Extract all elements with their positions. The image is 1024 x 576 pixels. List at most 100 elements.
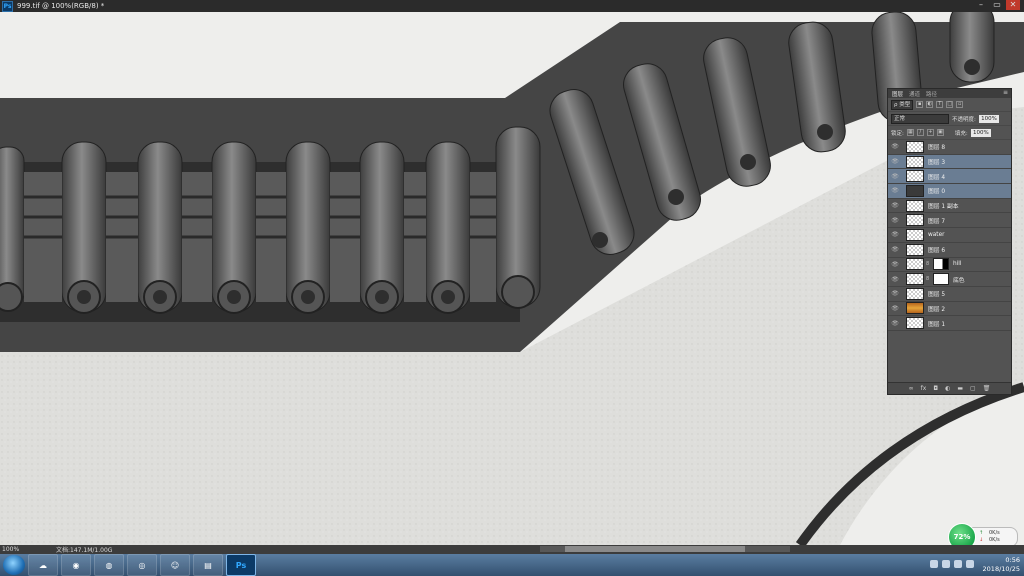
layer-thumbnail <box>906 184 924 197</box>
mask-link-icon[interactable]: 8 <box>926 276 930 282</box>
fx-icon[interactable]: fx <box>921 385 927 392</box>
layer-thumbnail <box>906 228 924 241</box>
opacity-input[interactable]: 100% <box>978 114 999 123</box>
visibility-eye-icon[interactable]: 👁 <box>888 276 902 283</box>
firefox-icon[interactable]: ◍ <box>94 554 124 576</box>
visibility-eye-icon[interactable]: 👁 <box>888 231 902 238</box>
mask-link-icon[interactable]: 8 <box>926 261 930 267</box>
chrome-icon[interactable]: ◉ <box>61 554 91 576</box>
visibility-eye-icon[interactable]: 👁 <box>888 143 902 150</box>
user-avatar-icon[interactable]: ☺ <box>160 554 190 576</box>
tab-channels[interactable]: 通道 <box>909 90 920 98</box>
new-layer-icon[interactable]: ▢ <box>970 385 976 392</box>
document-title: 999.tif @ 100%(RGB/8) * <box>17 2 105 10</box>
close-button[interactable]: ✕ <box>1006 0 1020 10</box>
layer-row[interactable]: 👁 图层 3 <box>888 154 1011 170</box>
adjustment-icon[interactable]: ◐ <box>945 385 950 392</box>
network-speed-widget[interactable]: ↑ 0K/s ↓ 0K/s 72% <box>948 523 1020 545</box>
document-info[interactable]: 文档:147.1M/1.00G <box>56 545 112 554</box>
lock-all-icon[interactable]: ▣ <box>936 129 944 136</box>
download-arrow-icon: ↓ <box>979 537 984 543</box>
explorer-icon[interactable]: ▤ <box>193 554 223 576</box>
layer-row[interactable]: 👁 图层 0 <box>888 184 1011 199</box>
layer-row[interactable]: 👁 图层 1 <box>888 316 1011 331</box>
link-icon[interactable]: ∞ <box>909 385 914 392</box>
layer-row[interactable]: 👁 图层 2 <box>888 302 1011 317</box>
volume-icon[interactable] <box>966 560 974 568</box>
memory-usage-ball[interactable]: 72% <box>948 523 976 545</box>
visibility-eye-icon[interactable]: 👁 <box>888 202 902 209</box>
tab-paths[interactable]: 路径 <box>926 90 937 98</box>
type-filter-icon[interactable]: T <box>936 101 944 108</box>
system-tray <box>930 560 974 568</box>
tab-layers[interactable]: 图层 <box>892 90 903 98</box>
layer-thumbnail <box>906 258 924 271</box>
shape-filter-icon[interactable]: □ <box>946 101 954 108</box>
layer-name: 图层 5 <box>928 292 946 299</box>
zoom-level[interactable]: 100% <box>2 546 30 553</box>
smart-filter-icon[interactable]: ▫ <box>956 101 964 108</box>
layer-thumbnail <box>906 302 924 315</box>
layer-row[interactable]: 👁 图层 6 <box>888 243 1011 258</box>
layer-thumbnail <box>906 170 924 183</box>
blend-row: 正常 不透明度: 100% <box>888 112 1011 126</box>
visibility-eye-icon[interactable]: 👁 <box>888 158 902 165</box>
panel-menu-icon[interactable]: ≡ <box>1003 89 1008 96</box>
layer-row[interactable]: 👁 water <box>888 228 1011 243</box>
document-canvas[interactable]: 图层 通道 路径 ≡ ρ 类型 ▪ ◐ T □ ▫ 正常 不透明度: 100% … <box>0 12 1024 545</box>
clock[interactable]: 0:56 2018/10/25 <box>983 556 1020 574</box>
group-icon[interactable]: ▬ <box>957 385 963 392</box>
blend-mode-select[interactable]: 正常 <box>891 113 949 124</box>
layer-row[interactable]: 👁 图层 1 副本 <box>888 199 1011 214</box>
layer-row[interactable]: 👁 图层 8 <box>888 140 1011 155</box>
layer-row[interactable]: 👁 图层 4 <box>888 169 1011 185</box>
horizontal-scrollbar[interactable] <box>540 546 790 552</box>
adjust-filter-icon[interactable]: ◐ <box>926 101 934 108</box>
visibility-eye-icon[interactable]: 👁 <box>888 305 902 312</box>
start-button[interactable] <box>3 555 25 575</box>
layer-thumbnail <box>906 214 924 227</box>
mask-icon[interactable]: ◘ <box>933 385 938 392</box>
fill-label: 填充: <box>954 130 968 137</box>
window-controls: – ▭ ✕ <box>974 0 1020 10</box>
visibility-eye-icon[interactable]: 👁 <box>888 290 902 297</box>
fill-input[interactable]: 100% <box>970 128 991 137</box>
layers-panel[interactable]: 图层 通道 路径 ≡ ρ 类型 ▪ ◐ T □ ▫ 正常 不透明度: 100% … <box>887 88 1012 395</box>
layer-mask-thumbnail[interactable] <box>933 273 949 286</box>
upload-speed: 0K/s <box>989 530 1000 536</box>
layer-mask-thumbnail[interactable] <box>933 258 949 271</box>
minimize-button[interactable]: – <box>974 0 988 10</box>
layer-name: 图层 7 <box>928 218 946 225</box>
layer-row[interactable]: 👁 图层 7 <box>888 213 1011 229</box>
layer-thumbnail <box>906 273 924 286</box>
visibility-eye-icon[interactable]: 👁 <box>888 217 902 224</box>
status-bar: 100% 文档:147.1M/1.00G <box>0 545 1024 554</box>
lock-paint-icon[interactable]: / <box>916 129 924 136</box>
tray-icon[interactable] <box>954 560 962 568</box>
photoshop-icon: Ps <box>2 0 13 12</box>
lock-transparent-icon[interactable]: ▦ <box>906 129 914 136</box>
photoshop-taskbar-icon[interactable]: Ps <box>226 554 256 576</box>
lock-move-icon[interactable]: + <box>926 129 934 136</box>
baidu-netdisk-icon[interactable]: ☁ <box>28 554 58 576</box>
upload-arrow-icon: ↑ <box>979 530 984 536</box>
tray-icon[interactable] <box>942 560 950 568</box>
trash-icon[interactable]: 🗑 <box>983 385 991 392</box>
layer-row[interactable]: 👁 图层 5 <box>888 287 1011 302</box>
layer-name: 图层 3 <box>928 160 946 167</box>
visibility-eye-icon[interactable]: 👁 <box>888 246 902 253</box>
visibility-eye-icon[interactable]: 👁 <box>888 173 902 180</box>
layer-row[interactable]: 👁 8 hill <box>888 258 1011 273</box>
layer-row[interactable]: 👁 8 底色 <box>888 272 1011 287</box>
pixel-filter-icon[interactable]: ▪ <box>916 101 924 108</box>
layer-name: 图层 0 <box>928 189 946 196</box>
visibility-eye-icon[interactable]: 👁 <box>888 320 902 327</box>
tray-icon[interactable] <box>930 560 938 568</box>
layer-thumbnail <box>906 199 924 212</box>
visibility-eye-icon[interactable]: 👁 <box>888 187 902 194</box>
scrollbar-thumb[interactable] <box>565 546 745 552</box>
browser-icon[interactable]: ◎ <box>127 554 157 576</box>
layer-filter-select[interactable]: ρ 类型 <box>891 99 914 110</box>
visibility-eye-icon[interactable]: 👁 <box>888 261 902 268</box>
maximize-button[interactable]: ▭ <box>990 0 1004 10</box>
